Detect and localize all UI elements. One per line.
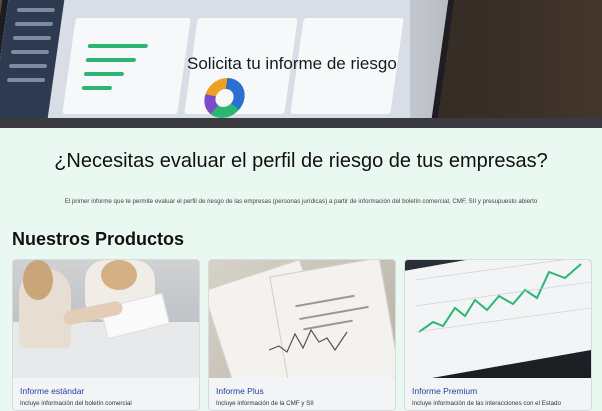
product-description: Incluye información del boletín comercia… — [20, 400, 132, 407]
product-name-link[interactable]: Informe Premium — [412, 386, 477, 396]
product-description: Incluye información de la CMF y SII — [216, 400, 314, 407]
product-name-link[interactable]: Informe estándar — [20, 386, 84, 396]
product-description: Incluye información de las interacciones… — [412, 400, 561, 407]
hero-title: Solicita tu informe de riesgo — [187, 54, 397, 73]
document-chart-graphic — [269, 328, 348, 353]
product-card-premium[interactable]: Informe Premium Incluye información de l… — [404, 259, 592, 411]
product-image-meeting — [13, 260, 199, 378]
product-name-link[interactable]: Informe Plus — [216, 386, 264, 396]
products-title: Nuestros Productos — [12, 229, 185, 249]
product-image-chart — [405, 260, 591, 378]
line-chart-graphic — [414, 260, 591, 333]
section-intro: El primer informe que te permite evaluar… — [64, 198, 538, 205]
section-headline: ¿Necesitas evaluar el perfil de riesgo d… — [54, 150, 548, 172]
dashboard-card-graphic — [62, 18, 191, 114]
product-card-plus[interactable]: Informe Plus Incluye información de la C… — [208, 259, 396, 411]
product-image-documents — [209, 260, 395, 378]
laptop-base-graphic — [0, 118, 602, 128]
product-card-estandar[interactable]: Informe estándar Incluye información del… — [12, 259, 200, 411]
hero-banner: Solicita tu informe de riesgo — [0, 0, 602, 128]
hero-background-shade — [410, 0, 602, 128]
dashboard-sidebar-graphic — [0, 0, 67, 128]
